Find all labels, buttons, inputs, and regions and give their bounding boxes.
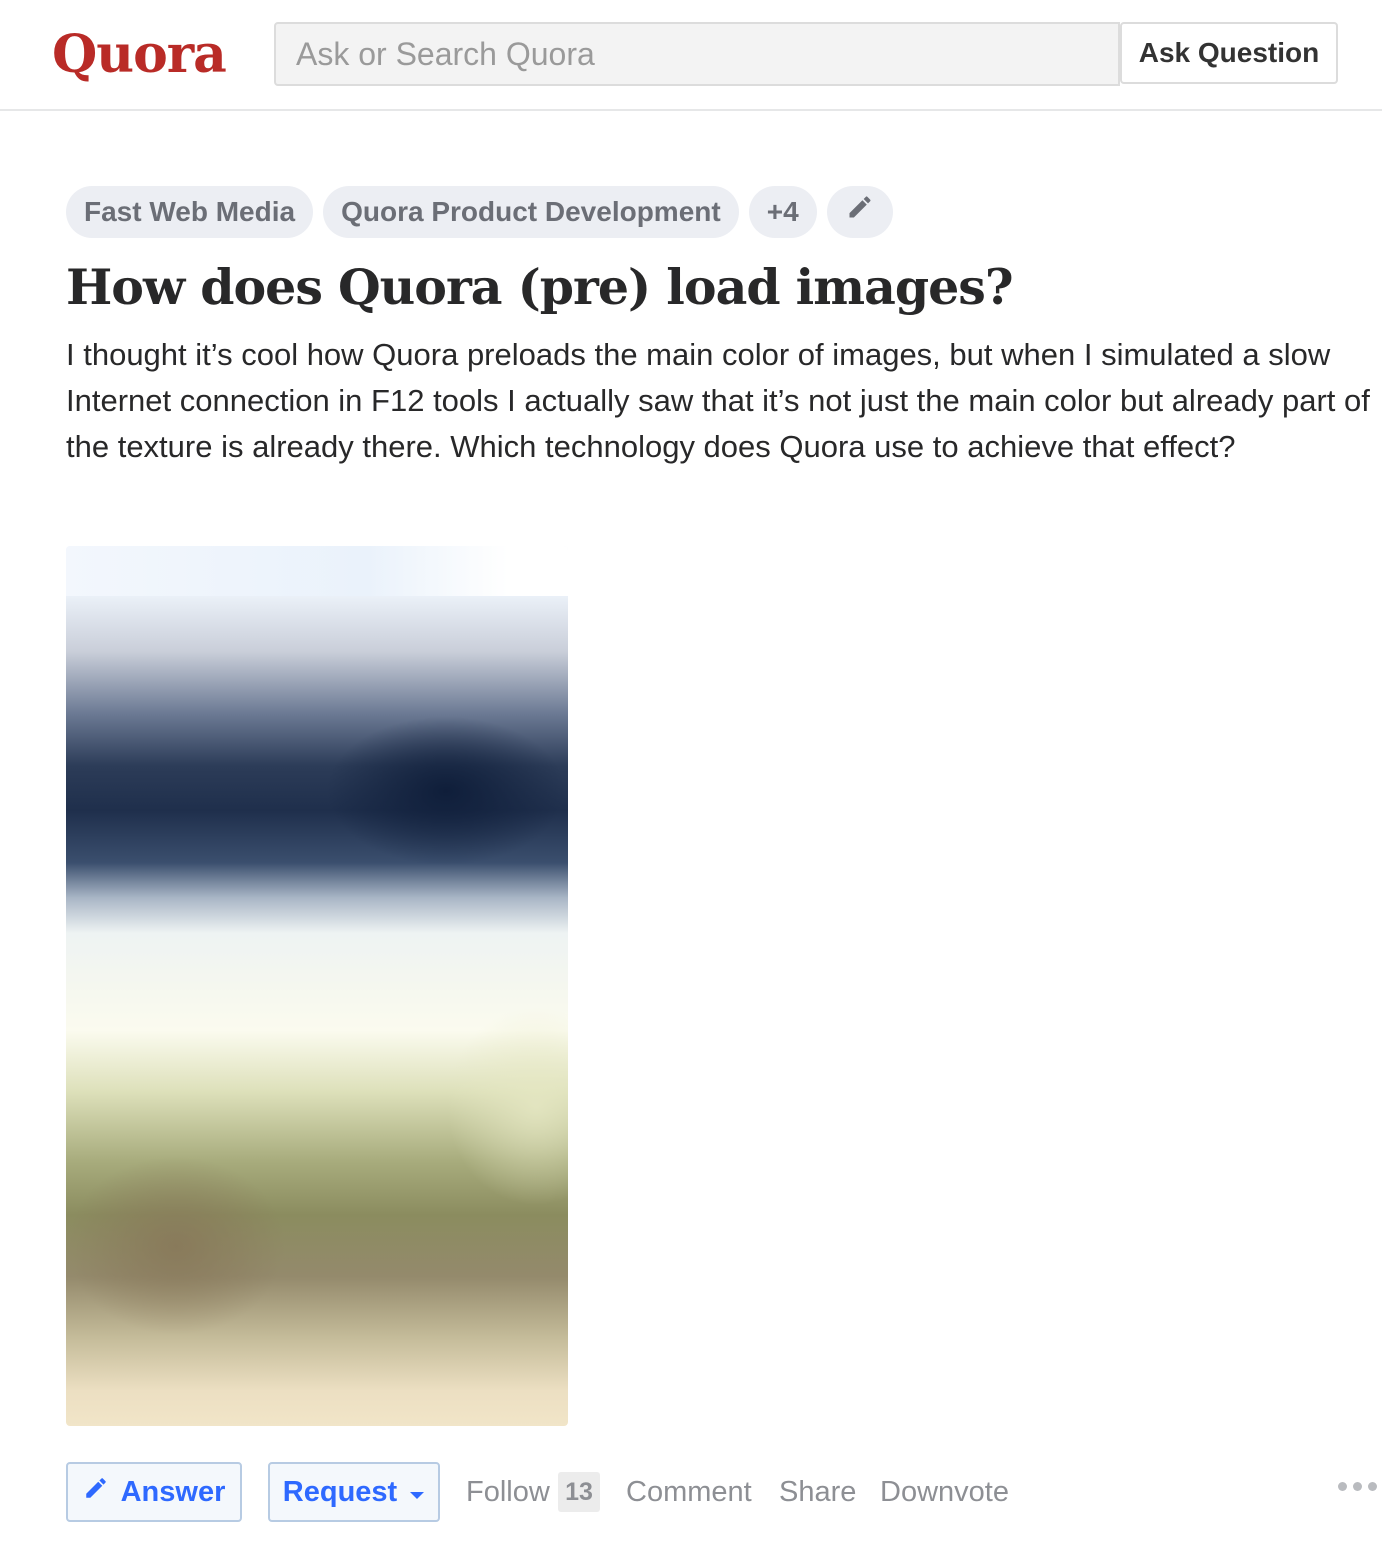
image-dark-region xyxy=(326,716,566,866)
share-link[interactable]: Share xyxy=(779,1476,856,1509)
topic-pill-fast-web-media[interactable]: Fast Web Media xyxy=(66,186,314,238)
caret-down-icon xyxy=(409,1476,425,1509)
comment-link[interactable]: Comment xyxy=(626,1476,752,1509)
dot xyxy=(1353,1482,1362,1491)
dot xyxy=(1338,1482,1347,1491)
edit-topics-button[interactable] xyxy=(826,186,893,238)
image-earth-region xyxy=(66,1156,286,1336)
ask-question-button[interactable]: Ask Question xyxy=(1120,22,1338,84)
follow-link[interactable]: Follow xyxy=(466,1476,550,1509)
topic-more-count[interactable]: +4 xyxy=(748,186,817,238)
search-input[interactable] xyxy=(274,22,1120,86)
top-header: Quora Ask Question xyxy=(0,0,1382,111)
topic-pill-quora-product-development[interactable]: Quora Product Development xyxy=(323,186,739,238)
image-sky-region xyxy=(66,546,568,596)
topic-list: Fast Web Media Quora Product Development… xyxy=(66,186,893,238)
downvote-link[interactable]: Downvote xyxy=(880,1476,1009,1509)
dot xyxy=(1368,1482,1377,1491)
pencil-icon xyxy=(83,1475,109,1509)
quora-logo[interactable]: Quora xyxy=(52,24,227,85)
request-label: Request xyxy=(282,1475,398,1508)
image-light-region xyxy=(446,1006,568,1206)
question-image-blurred-preview[interactable] xyxy=(66,546,568,1426)
answer-button[interactable]: Answer xyxy=(66,1462,242,1522)
more-options-icon[interactable] xyxy=(1338,1482,1377,1491)
question-action-bar: Answer Request Follow 13 Comment Share D… xyxy=(66,1462,1382,1522)
pencil-icon xyxy=(846,186,874,238)
request-button[interactable]: Request xyxy=(268,1462,440,1522)
question-title: How does Quora (pre) load images? xyxy=(66,258,1014,316)
question-details: I thought it’s cool how Quora preloads t… xyxy=(66,337,1370,464)
follow-count-badge: 13 xyxy=(558,1472,600,1512)
answer-label: Answer xyxy=(120,1475,226,1508)
